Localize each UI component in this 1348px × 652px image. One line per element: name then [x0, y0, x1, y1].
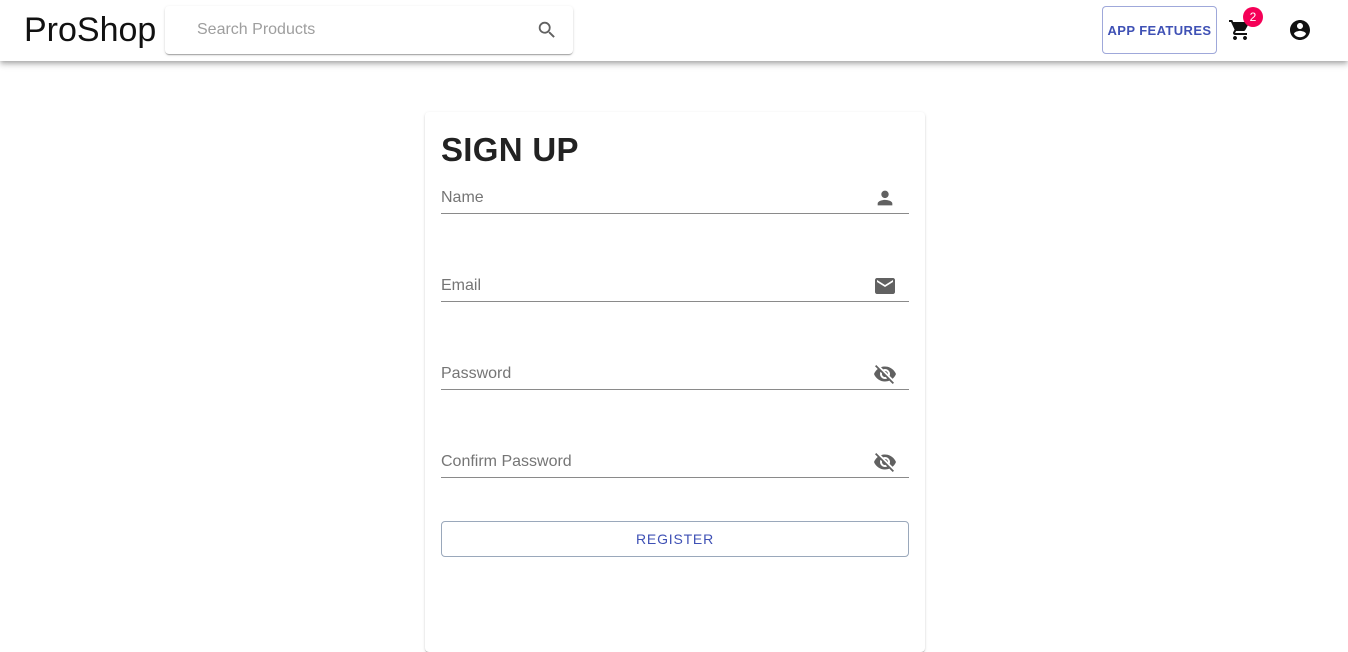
- brand-logo[interactable]: ProShop: [24, 10, 156, 50]
- password-input[interactable]: [441, 360, 861, 388]
- search-icon: [538, 21, 555, 38]
- cart-count-badge: 2: [1243, 7, 1263, 27]
- mail-icon: [873, 274, 897, 298]
- signup-card: SIGN UP REGISTER: [425, 112, 925, 652]
- name-input[interactable]: [441, 184, 861, 212]
- person-icon: [873, 186, 897, 210]
- account-button[interactable]: [1286, 16, 1314, 44]
- visibility-off-icon[interactable]: [873, 362, 897, 386]
- page-title: SIGN UP: [441, 131, 579, 168]
- email-input[interactable]: [441, 272, 861, 300]
- app-bar: ProShop APP FEATURES 2: [0, 0, 1348, 61]
- search-bar: [165, 6, 573, 54]
- password-field: [441, 360, 909, 390]
- confirm-password-input[interactable]: [441, 448, 861, 476]
- name-field: [441, 184, 909, 214]
- confirm-password-field: [441, 448, 909, 478]
- account-circle-icon: [1290, 20, 1310, 40]
- email-field: [441, 272, 909, 302]
- search-input[interactable]: [197, 18, 517, 42]
- visibility-off-icon[interactable]: [873, 450, 897, 474]
- app-features-button[interactable]: APP FEATURES: [1102, 6, 1217, 54]
- register-button[interactable]: REGISTER: [441, 521, 909, 557]
- search-button[interactable]: [531, 14, 563, 46]
